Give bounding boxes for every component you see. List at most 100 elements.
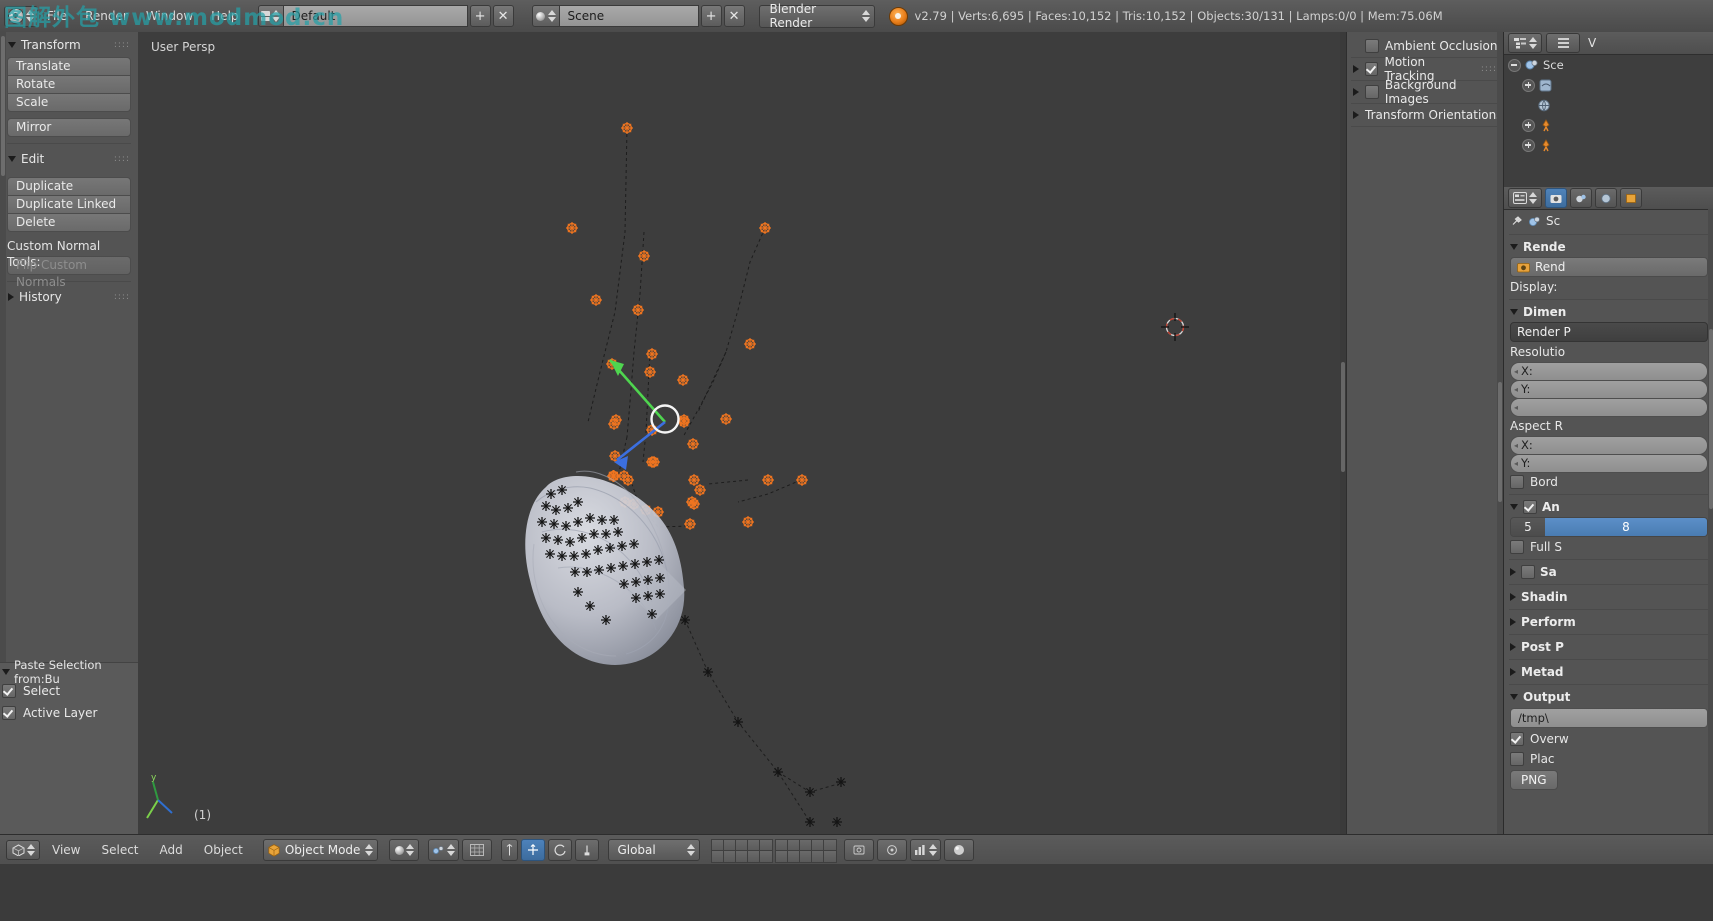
tab-object[interactable]	[1620, 188, 1642, 208]
expand-icon[interactable]	[1522, 138, 1535, 152]
delete-scene-button[interactable]: ✕	[723, 5, 745, 27]
outliner-row-world[interactable]	[1504, 95, 1713, 115]
editor-type-button[interactable]	[1508, 33, 1542, 53]
section-shading[interactable]: Shadin	[1504, 587, 1713, 607]
render-preview-button[interactable]	[910, 839, 942, 861]
render-image-button[interactable]: Rend	[1510, 257, 1708, 277]
lock-camera-button[interactable]	[844, 839, 875, 861]
transform-orientation-selector[interactable]: Global	[608, 839, 701, 861]
npanel-scroll-thumb[interactable]	[1498, 382, 1502, 502]
render-engine-selector[interactable]: Blender Render	[758, 2, 875, 30]
menu-render[interactable]: Render	[76, 7, 137, 25]
interaction-mode-selector[interactable]: Object Mode	[262, 839, 379, 861]
outliner-row-scene[interactable]: Sce	[1504, 55, 1713, 75]
editor-type-button[interactable]	[6, 840, 40, 860]
section-anti-aliasing[interactable]: An	[1504, 497, 1713, 517]
viewport-menu-select[interactable]: Select	[92, 841, 147, 859]
operator-option-active-layer[interactable]: Active Layer	[0, 702, 138, 724]
outliner-row-object[interactable]	[1504, 75, 1713, 95]
aa-samples-8[interactable]: 8	[1545, 518, 1707, 536]
editor-type-button[interactable]	[1508, 188, 1542, 208]
expand-icon[interactable]	[1522, 78, 1535, 92]
section-sampled-motion-blur[interactable]: Sa	[1504, 562, 1713, 582]
overwrite-row[interactable]: Overw	[1504, 729, 1713, 749]
operator-panel-header[interactable]: Paste Selection from:Bu	[0, 658, 138, 686]
manipulator-rotate-button[interactable]	[548, 839, 573, 861]
resolution-percent-field[interactable]	[1510, 397, 1708, 417]
duplicate-button[interactable]: Duplicate	[7, 177, 131, 196]
panel-header-history[interactable]: History ::::	[8, 288, 130, 305]
panel-header-edit[interactable]: Edit ::::	[8, 150, 130, 167]
mirror-button[interactable]: Mirror	[7, 118, 131, 137]
tab-world[interactable]	[1595, 188, 1617, 208]
npanel-item-transform-orientations[interactable]: Transform Orientations	[1347, 104, 1503, 126]
menu-help[interactable]: Help	[202, 7, 247, 25]
npanel-item-motion-tracking[interactable]: Motion Tracking ::::	[1347, 55, 1503, 83]
pin-icon[interactable]	[1510, 215, 1523, 228]
outliner-row-armature-1[interactable]	[1504, 115, 1713, 135]
add-scene-button[interactable]: +	[700, 5, 722, 27]
delete-button[interactable]: Delete	[7, 214, 131, 232]
manipulator-toggle-button[interactable]	[501, 839, 519, 861]
tab-render[interactable]	[1545, 188, 1567, 208]
caret-right-icon[interactable]	[1353, 111, 1359, 119]
checkbox-icon[interactable]	[1365, 62, 1379, 76]
manipulator-translate-button[interactable]	[521, 839, 546, 861]
caret-right-icon[interactable]	[1353, 88, 1359, 96]
scene-name[interactable]: Scene	[559, 5, 699, 27]
layer-cell[interactable]	[823, 850, 838, 863]
aa-samples-5[interactable]: 5	[1511, 518, 1545, 536]
placeholders-row[interactable]: Plac	[1504, 749, 1713, 769]
duplicate-linked-button[interactable]: Duplicate Linked	[7, 196, 131, 214]
section-render[interactable]: Rende	[1504, 237, 1713, 257]
aa-samples-toggle[interactable]: 5 8	[1510, 517, 1708, 537]
checkbox-icon[interactable]	[1521, 565, 1535, 579]
file-format-button[interactable]: PNG	[1510, 770, 1558, 790]
properties-scroll-thumb[interactable]	[1709, 329, 1713, 509]
screen-layout-selector[interactable]: Default + ✕	[257, 5, 514, 27]
section-metadata[interactable]: Metad	[1504, 662, 1713, 682]
viewport-scroll-thumb[interactable]	[1341, 362, 1345, 472]
resolution-x-field[interactable]: X:	[1510, 361, 1708, 381]
matcap-button[interactable]	[944, 839, 975, 861]
render-presets-button[interactable]: Render P	[1510, 322, 1708, 342]
flip-custom-normals-button[interactable]: Flip Custom Normals	[7, 256, 131, 289]
layer-block-top[interactable]	[711, 839, 774, 863]
section-performance[interactable]: Perform	[1504, 612, 1713, 632]
menu-window[interactable]: Window	[137, 7, 202, 25]
checkbox-icon[interactable]	[1365, 39, 1379, 53]
add-screen-button[interactable]: +	[469, 5, 491, 27]
translate-button[interactable]: Translate	[7, 57, 131, 76]
outliner-display-mode-button[interactable]	[1546, 33, 1580, 53]
viewport-menu-view[interactable]: View	[43, 841, 89, 859]
checkbox-icon[interactable]	[1510, 752, 1524, 766]
panel-header-transform[interactable]: Transform ::::	[8, 36, 130, 53]
output-path-field[interactable]: /tmp\	[1510, 708, 1708, 728]
layer-visibility-grid[interactable]	[711, 839, 838, 863]
outliner-row-armature-2[interactable]	[1504, 135, 1713, 155]
rotate-button[interactable]: Rotate	[7, 76, 131, 94]
resolution-y-field[interactable]: Y:	[1510, 379, 1708, 399]
pivot-point-button[interactable]	[428, 839, 460, 861]
section-post-processing[interactable]: Post P	[1504, 637, 1713, 657]
expand-icon[interactable]	[1522, 118, 1535, 132]
delete-screen-button[interactable]: ✕	[492, 5, 514, 27]
viewport-menu-object[interactable]: Object	[195, 841, 252, 859]
layer-cell[interactable]	[759, 850, 774, 863]
snap-during-transform-button[interactable]	[462, 839, 493, 861]
npanel-item-ambient-occlusion[interactable]: Ambient Occlusion	[1347, 35, 1503, 57]
full-sample-row[interactable]: Full S	[1504, 537, 1713, 557]
proportional-edit-button[interactable]	[877, 839, 908, 861]
scale-button[interactable]: Scale	[7, 94, 131, 112]
section-output[interactable]: Output	[1504, 687, 1713, 707]
checkbox-icon[interactable]	[1510, 732, 1524, 746]
npanel-item-background-images[interactable]: Background Images	[1347, 78, 1503, 106]
blender-menu-button[interactable]	[4, 5, 38, 27]
manipulator-scale-button[interactable]	[575, 839, 600, 861]
properties-scrollbar[interactable]	[1708, 209, 1713, 921]
menu-file[interactable]: File	[38, 7, 76, 25]
checkbox-icon[interactable]	[1510, 540, 1524, 554]
screen-layout-name[interactable]: Default	[283, 5, 468, 27]
transform-manipulator[interactable]	[609, 359, 680, 470]
collapse-icon[interactable]	[1508, 58, 1521, 72]
